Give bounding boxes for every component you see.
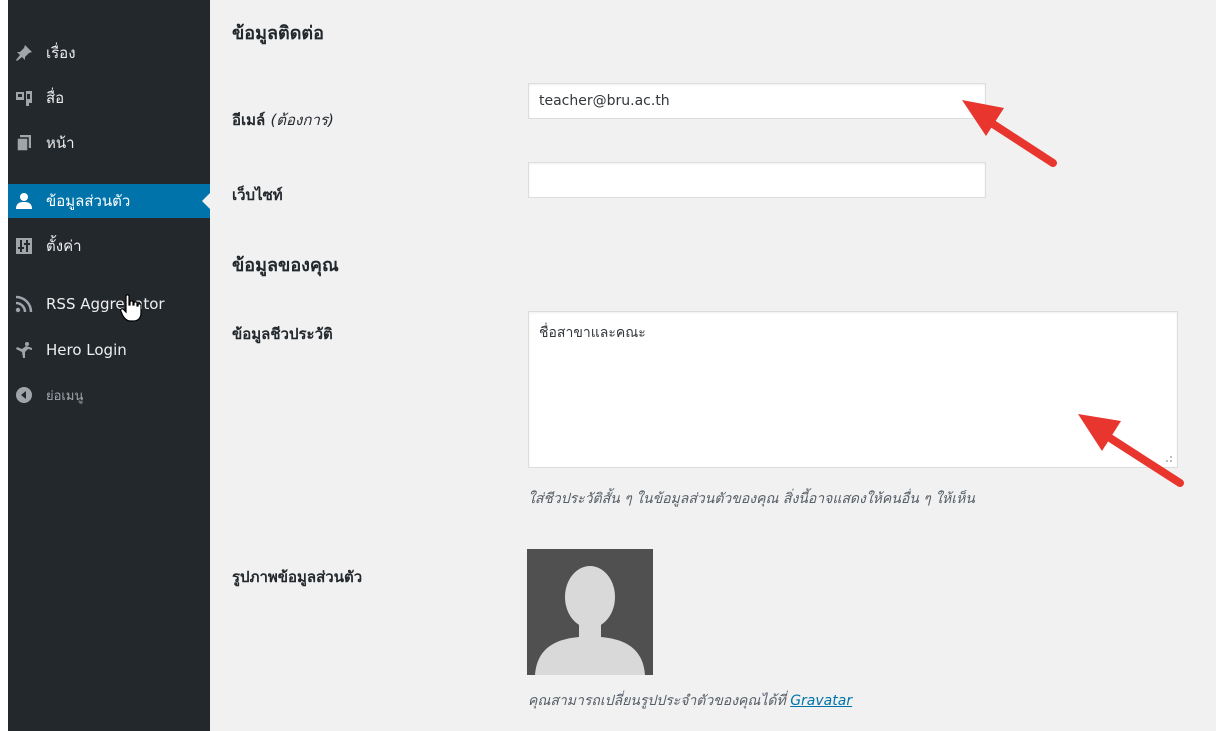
hero-icon [14, 340, 34, 360]
collapse-icon [14, 385, 34, 405]
sidebar-item-media[interactable]: สื่อ [8, 81, 210, 115]
sidebar-item-label: เรื่อง [46, 44, 76, 62]
website-label: เว็บไซท์ [232, 186, 283, 204]
admin-sidebar: เรื่อง สื่อ หน้า ข้อมูลส่วนตัว ตั้งค่า R… [8, 0, 210, 731]
sidebar-item-label: RSS Aggregator [46, 295, 165, 313]
collapse-menu-button[interactable]: ย่อเมนู [8, 378, 210, 412]
avatar [527, 549, 653, 675]
profile-form-area: ข้อมูลติดต่อ อีเมล์ (ต้องการ) เว็บไซท์ ข… [210, 0, 1216, 731]
rss-icon [14, 294, 34, 314]
hand-cursor-icon [120, 294, 142, 322]
bio-textarea[interactable]: ชื่อสาขาและคณะ [528, 311, 1178, 468]
sidebar-item-settings[interactable]: ตั้งค่า [8, 229, 210, 263]
settings-icon [14, 236, 34, 256]
sidebar-item-profile[interactable]: ข้อมูลส่วนตัว [8, 184, 210, 218]
website-field[interactable] [528, 162, 986, 198]
sidebar-item-label: Hero Login [46, 341, 127, 359]
about-you-heading: ข้อมูลของคุณ [232, 255, 339, 276]
email-required-note: (ต้องการ) [270, 111, 334, 129]
sidebar-item-label: ข้อมูลส่วนตัว [46, 192, 131, 210]
default-avatar-icon [527, 549, 653, 675]
contact-info-heading: ข้อมูลติดต่อ [232, 23, 324, 44]
sidebar-item-rss-aggregator[interactable]: RSS Aggregator [8, 287, 210, 321]
email-field[interactable] [528, 83, 986, 119]
media-icon [14, 88, 34, 108]
sidebar-item-label: ตั้งค่า [46, 237, 82, 255]
email-label-text: อีเมล์ [232, 111, 266, 129]
email-label: อีเมล์ (ต้องการ) [232, 108, 334, 132]
page-icon [14, 133, 34, 153]
bio-description: ใส่ชีวประวัติสั้น ๆ ในข้อมูลส่วนตัวของคุ… [528, 491, 975, 507]
sidebar-item-label: ย่อเมนู [46, 388, 84, 404]
sidebar-item-pages[interactable]: หน้า [8, 126, 210, 160]
bio-label: ข้อมูลชีวประวัติ [232, 325, 333, 343]
gravatar-description: คุณสามารถเปลี่ยนรูปประจำตัวของคุณได้ที่ … [528, 690, 852, 712]
resize-grip-icon[interactable] [1160, 450, 1174, 464]
user-icon [14, 191, 34, 211]
gravatar-link[interactable]: Gravatar [790, 693, 852, 709]
sidebar-item-label: หน้า [46, 134, 75, 152]
sidebar-item-hero-login[interactable]: Hero Login [8, 333, 210, 367]
sidebar-item-posts[interactable]: เรื่อง [8, 36, 210, 70]
profile-picture-label: รูปภาพข้อมูลส่วนตัว [232, 568, 363, 586]
sidebar-item-label: สื่อ [46, 89, 65, 107]
gravatar-description-text: คุณสามารถเปลี่ยนรูปประจำตัวของคุณได้ที่ [528, 693, 786, 709]
pin-icon [14, 43, 34, 63]
